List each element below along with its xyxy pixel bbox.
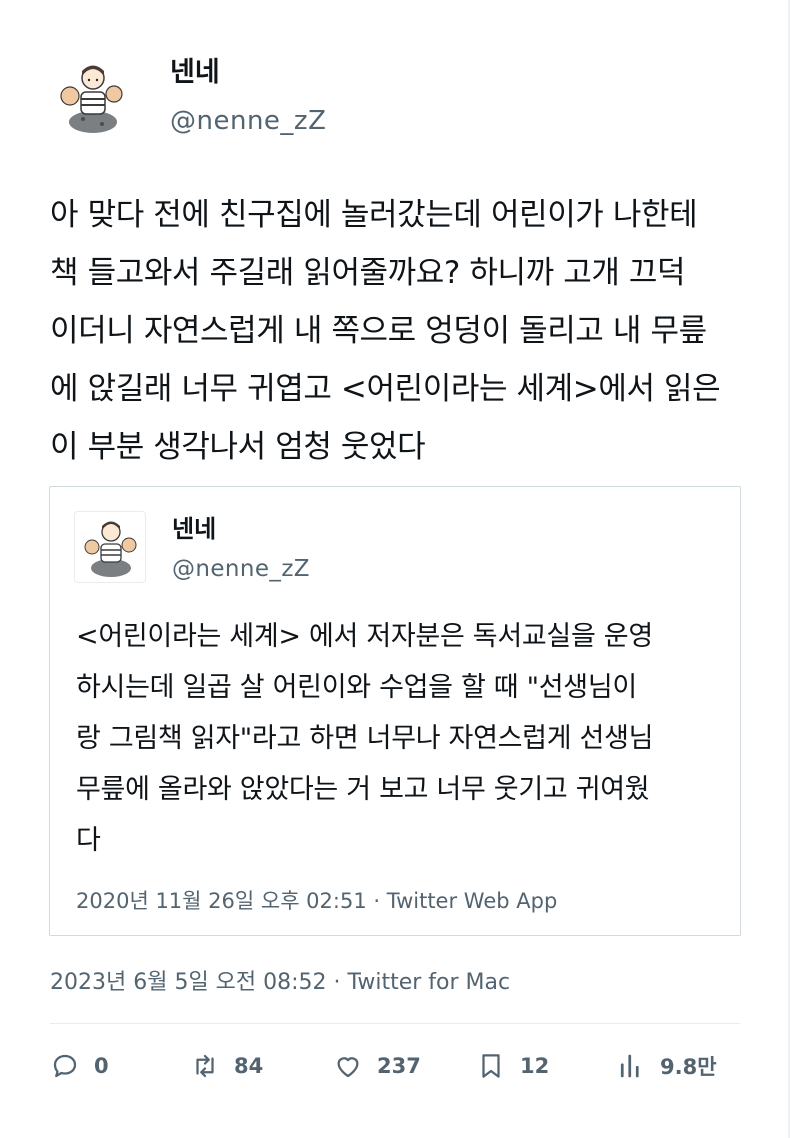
handle[interactable]: @nenne_zZ bbox=[170, 103, 326, 139]
author-names: 넨네 @nenne_zZ bbox=[170, 55, 326, 139]
tweet-text: 아 맞다 전에 친구집에 놀러갔는데 어린이가 나한테 책 들고와서 주길래 읽… bbox=[50, 197, 721, 465]
avatar-illustration bbox=[60, 65, 123, 133]
retweet-count: 84 bbox=[234, 1054, 264, 1078]
tweet-header: 넨네 @nenne_zZ bbox=[50, 54, 326, 140]
heart-icon bbox=[337, 1057, 359, 1078]
reply-count: 0 bbox=[94, 1054, 109, 1078]
quoted-avatar-illustration bbox=[75, 512, 145, 582]
views-count: 9.8만 bbox=[660, 1055, 717, 1079]
bookmark-icon bbox=[482, 1054, 500, 1078]
action-bar: 0 84 237 12 9.8만 bbox=[50, 1046, 740, 1086]
quoted-handle: @nenne_zZ bbox=[172, 556, 310, 582]
reply-button[interactable]: 0 bbox=[50, 1046, 109, 1086]
retweet-button[interactable]: 84 bbox=[190, 1046, 263, 1086]
quoted-tweet-header: 넨네 @nenne_zZ bbox=[74, 511, 310, 585]
bookmark-count: 12 bbox=[520, 1054, 550, 1078]
quoted-author-names: 넨네 @nenne_zZ bbox=[172, 511, 310, 585]
views-button[interactable]: 9.8만 bbox=[616, 1046, 717, 1086]
bookmark-button[interactable]: 12 bbox=[476, 1046, 549, 1086]
like-button[interactable]: 237 bbox=[333, 1046, 421, 1086]
avatar[interactable] bbox=[50, 54, 136, 140]
retweet-icon bbox=[196, 1054, 214, 1078]
divider bbox=[50, 1023, 740, 1024]
tweet-page: 넨네 @nenne_zZ 아 맞다 전에 친구집에 놀러갔는데 어린이가 나한테… bbox=[0, 0, 790, 1138]
display-name[interactable]: 넨네 bbox=[170, 55, 326, 91]
quoted-tweet-text: <어린이라는 세계> 에서 저자분은 독서교실을 운영 하시는데 일곱 살 어린… bbox=[76, 621, 654, 856]
like-count: 237 bbox=[377, 1054, 421, 1078]
tweet-meta[interactable]: 2023년 6월 5일 오전 08:52 · Twitter for Mac bbox=[50, 964, 510, 996]
views-icon bbox=[620, 1054, 639, 1078]
quoted-avatar bbox=[74, 511, 146, 583]
quoted-tweet-meta: 2020년 11월 26일 오후 02:51 · Twitter Web App bbox=[76, 889, 558, 913]
quoted-display-name: 넨네 bbox=[172, 515, 217, 543]
quoted-tweet[interactable]: 넨네 @nenne_zZ <어린이라는 세계> 에서 저자분은 독서교실을 운영… bbox=[49, 486, 741, 936]
reply-icon bbox=[53, 1054, 77, 1078]
